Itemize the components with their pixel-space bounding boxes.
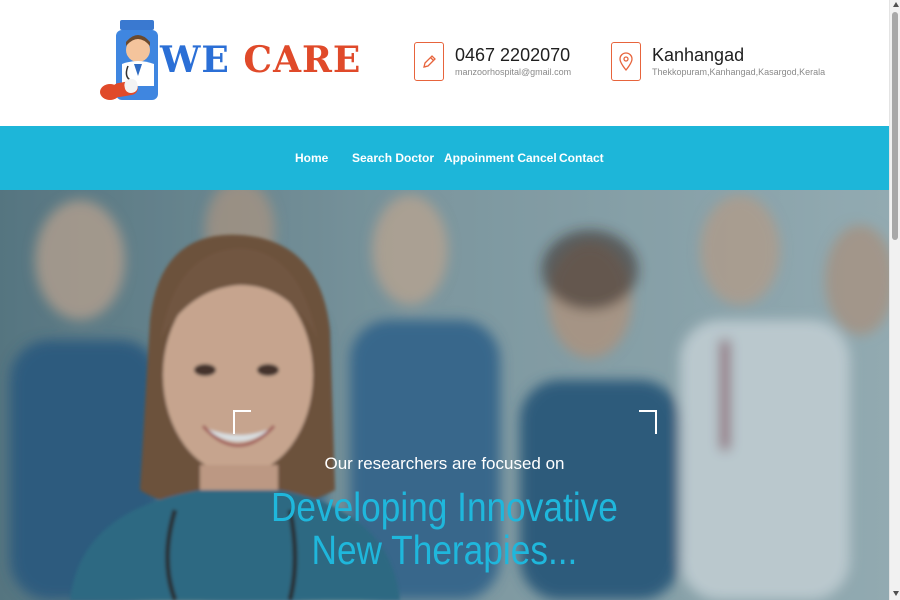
nav-contact[interactable]: Contact (559, 151, 604, 165)
decorative-corner-right (639, 410, 657, 434)
hero-title: Developing Innovative New Therapies... (62, 486, 827, 572)
nav-search-doctor[interactable]: Search Doctor (352, 151, 434, 165)
decorative-corner-left (233, 410, 251, 434)
hero-banner: Our researchers are focused on Developin… (0, 190, 889, 600)
logo-wordmark[interactable]: WE CARE (160, 42, 361, 78)
scroll-up-arrow-icon[interactable] (893, 2, 899, 7)
nav-appointment-cancel[interactable]: Appoinment Cancel (444, 151, 557, 165)
logo-we-text: WE (160, 39, 230, 81)
nav-home[interactable]: Home (295, 151, 328, 165)
main-navigation: Home Search Doctor Appoinment Cancel Con… (0, 126, 889, 190)
map-pin-icon (611, 42, 641, 81)
location-address: Thekkopuram,Kanhangad,Kasargod,Kerala (652, 67, 826, 77)
hero-title-line-1: Developing Innovative (270, 484, 618, 530)
hero-title-line-2: New Therapies... (311, 527, 578, 573)
site-header: WE CARE 0467 2202070 manzoorhospital@gma… (0, 0, 889, 126)
phone-number[interactable]: 0467 2202070 (455, 45, 570, 66)
hero-subtitle: Our researchers are focused on (324, 454, 565, 473)
scroll-thumb[interactable] (892, 12, 898, 240)
logo-care-text: CARE (243, 39, 362, 81)
pencil-icon (414, 42, 444, 81)
location-city: Kanhangad (652, 45, 745, 65)
scroll-down-arrow-icon[interactable] (893, 591, 899, 596)
email-address[interactable]: manzoorhospital@gmail.com (455, 67, 571, 77)
page-scrollbar[interactable] (889, 0, 900, 600)
